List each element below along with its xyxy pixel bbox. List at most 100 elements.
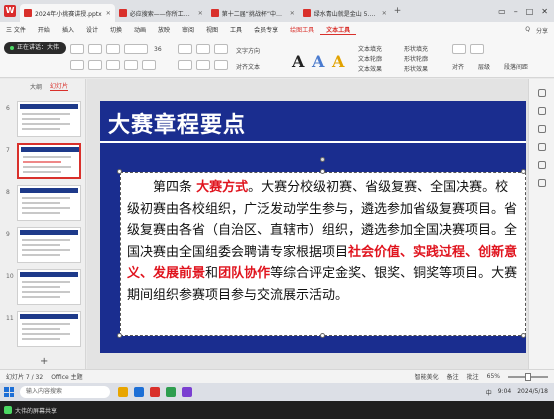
menu-item[interactable]: 视图 xyxy=(200,25,224,35)
slide[interactable]: 大赛章程要点 第四条 大赛方式。大赛分校级初赛、省级复赛、全国决赛。校级初赛由各… xyxy=(100,101,526,353)
text-style-gold-icon[interactable]: A xyxy=(332,52,344,71)
line-spacing-button[interactable]: 段落间距 xyxy=(504,62,528,71)
slide-thumbnail-row[interactable]: 7 xyxy=(0,143,86,181)
text-effect-button[interactable]: 文本效果 xyxy=(358,64,382,73)
notes-button[interactable]: 备注 xyxy=(447,372,459,381)
taskbar-app-icon[interactable] xyxy=(166,387,176,397)
smart-beautify-button[interactable]: 智能美化 xyxy=(415,372,439,381)
format-painter-icon[interactable] xyxy=(106,44,120,54)
shape-effect-button[interactable]: 形状效果 xyxy=(404,64,428,73)
slide-thumbnail[interactable] xyxy=(17,311,81,347)
wps-logo-icon[interactable]: W xyxy=(4,5,16,17)
body-textbox[interactable]: 第四条 大赛方式。大赛分校级初赛、省级复赛、全国决赛。校级初赛由各校组织，广泛发… xyxy=(120,172,526,336)
menu-item[interactable]: 工具 xyxy=(224,25,248,35)
slide-thumbnail[interactable] xyxy=(17,185,81,221)
resize-handle[interactable] xyxy=(320,333,325,338)
browser-tab[interactable]: 2024年小挑赛讲授.pptx ✕ xyxy=(20,4,115,22)
menu-item[interactable]: 文本工具 xyxy=(320,25,357,35)
slide-thumbnail-row[interactable]: 9 xyxy=(0,227,86,265)
new-tab-button[interactable]: + xyxy=(394,6,402,16)
slide-thumbnail[interactable] xyxy=(17,143,81,179)
bold-icon[interactable] xyxy=(70,60,84,70)
menu-item[interactable]: 设计 xyxy=(80,25,104,35)
rotate-handle[interactable] xyxy=(320,157,325,162)
taskbar-app-icon[interactable] xyxy=(134,387,144,397)
font-size-select[interactable]: 36 xyxy=(154,46,162,53)
browser-tab[interactable]: 绿水青山就是金山 5.17 伍 7.pdf ✕ xyxy=(299,4,391,22)
shape-icon[interactable] xyxy=(538,107,546,115)
slide-thumbnail[interactable] xyxy=(17,227,81,263)
align-right-icon[interactable] xyxy=(214,60,228,70)
theme-name[interactable]: Office 主题 xyxy=(51,372,82,381)
animation-icon[interactable] xyxy=(538,161,546,169)
font-family-select[interactable] xyxy=(124,44,148,54)
tab-close-icon[interactable]: ✕ xyxy=(106,10,111,17)
more-icon[interactable] xyxy=(538,179,546,187)
menu-item[interactable]: 三 文件 xyxy=(0,25,32,35)
text-style-black-icon[interactable]: A xyxy=(292,52,304,71)
tray-item[interactable]: 9:04 xyxy=(498,388,511,397)
align-center-icon[interactable] xyxy=(196,60,210,70)
slide-title[interactable]: 大赛章程要点 xyxy=(108,107,246,139)
shape-fill-button[interactable]: 形状填充 xyxy=(404,44,428,53)
resize-handle[interactable] xyxy=(320,169,325,174)
cut-icon[interactable] xyxy=(70,44,84,54)
browser-tab[interactable]: 必应搜索——你所工程的独享助力IP ✕ xyxy=(115,4,207,22)
tab-close-icon[interactable]: ✕ xyxy=(382,10,387,17)
menu-item[interactable]: 审阅 xyxy=(176,25,200,35)
align-button[interactable]: 对齐 xyxy=(452,62,464,71)
text-style-blue-icon[interactable]: A xyxy=(312,52,324,71)
tray-item[interactable]: 2024/5/18 xyxy=(517,388,548,397)
layer-button[interactable]: 层级 xyxy=(478,62,490,71)
strikethrough-icon[interactable] xyxy=(124,60,138,70)
shape-outline-button[interactable]: 形状轮廓 xyxy=(404,54,428,63)
slide-thumbnail-row[interactable]: 11 xyxy=(0,311,86,349)
taskbar-app-icon[interactable] xyxy=(182,387,192,397)
restore-icon[interactable]: ▭ xyxy=(498,7,506,16)
text-outline-button[interactable]: 文本轮廓 xyxy=(358,54,382,63)
resize-handle[interactable] xyxy=(521,169,526,174)
taskbar-app-icon[interactable] xyxy=(150,387,160,397)
tray-item[interactable]: 中 xyxy=(486,388,492,397)
menu-item[interactable]: 会员专享 xyxy=(248,25,284,35)
text-fill-button[interactable]: 文本填充 xyxy=(358,44,382,53)
menu-item[interactable]: 开始 xyxy=(32,25,56,35)
panel-tab[interactable]: 大纲 xyxy=(30,82,42,91)
slide-thumbnail-row[interactable]: 8 xyxy=(0,185,86,223)
slide-thumbnail[interactable] xyxy=(17,269,81,305)
browser-tab[interactable]: 第十二届“挑战杯”中国大学生创业... ✕ xyxy=(207,4,299,22)
search-icon[interactable]: Q xyxy=(525,26,530,35)
arrange-icon[interactable] xyxy=(452,44,466,54)
menu-item[interactable]: 动画 xyxy=(128,25,152,35)
maximize-icon[interactable]: □ xyxy=(526,7,534,16)
tab-close-icon[interactable]: ✕ xyxy=(290,10,295,17)
menu-item[interactable]: 绘图工具 xyxy=(284,25,320,35)
resize-handle[interactable] xyxy=(117,333,122,338)
panel-tab[interactable]: 幻灯片 xyxy=(50,81,69,91)
cursor-icon[interactable] xyxy=(538,89,546,97)
zoom-level[interactable]: 65% xyxy=(487,373,500,380)
menu-item[interactable]: 插入 xyxy=(56,25,80,35)
text-direction-button[interactable]: 文字方向 xyxy=(236,46,260,55)
style-icon[interactable] xyxy=(538,125,546,133)
slide-thumbnail-row[interactable]: 10 xyxy=(0,269,86,307)
menu-item[interactable]: 切换 xyxy=(104,25,128,35)
comments-button[interactable]: 批注 xyxy=(467,372,479,381)
align-left-icon[interactable] xyxy=(178,60,192,70)
font-color-icon[interactable] xyxy=(142,60,156,70)
numbering-icon[interactable] xyxy=(196,44,210,54)
copy-icon[interactable] xyxy=(88,44,102,54)
taskbar-app-icon[interactable] xyxy=(118,387,128,397)
indent-icon[interactable] xyxy=(214,44,228,54)
group-icon[interactable] xyxy=(470,44,484,54)
zoom-slider[interactable] xyxy=(508,372,548,381)
zoom-slider-knob[interactable] xyxy=(525,372,531,381)
slide-thumbnail[interactable] xyxy=(17,101,81,137)
close-icon[interactable]: ✕ xyxy=(541,7,548,16)
bullets-icon[interactable] xyxy=(178,44,192,54)
resize-handle[interactable] xyxy=(521,333,526,338)
slide-thumbnail-row[interactable]: 6 xyxy=(0,101,86,139)
minimize-icon[interactable]: – xyxy=(514,7,518,16)
share-button[interactable]: 分享 xyxy=(536,26,548,35)
meeting-speaker-indicator[interactable]: 正在讲话：大伟 xyxy=(4,42,66,54)
